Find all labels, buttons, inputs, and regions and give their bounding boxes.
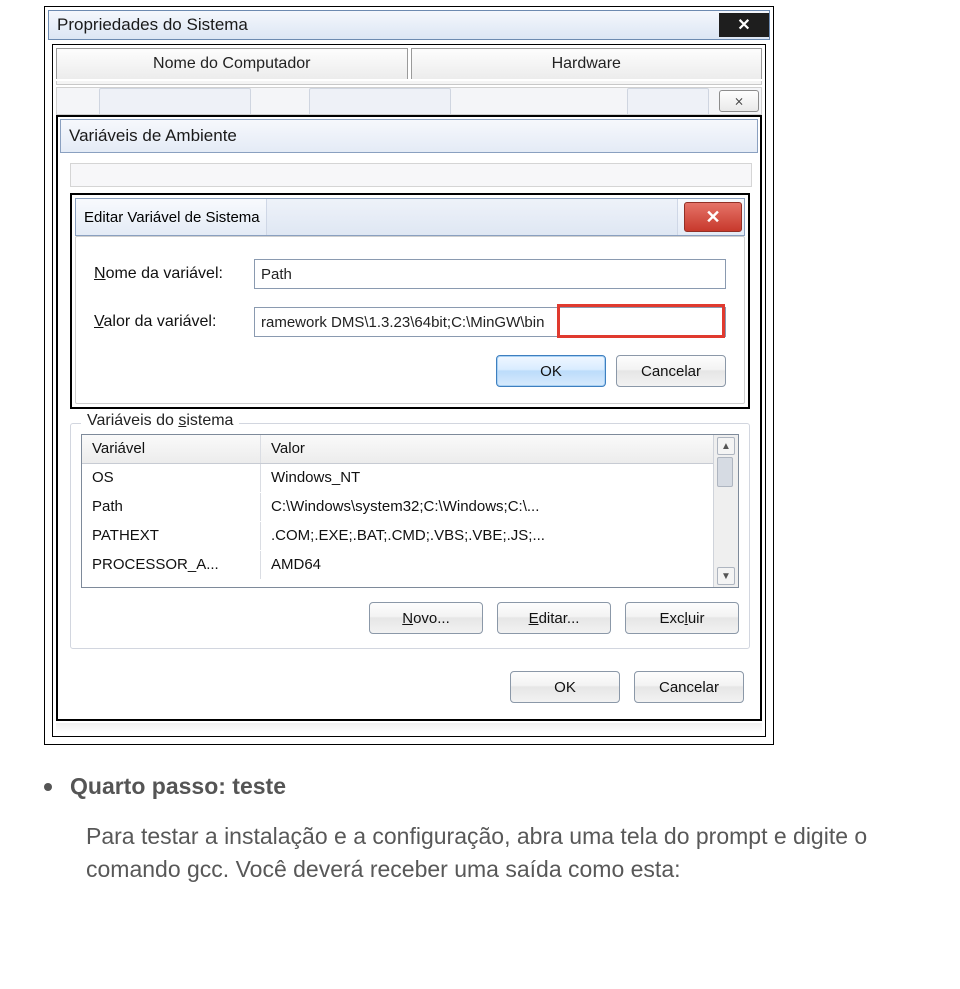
new-button[interactable]: Novo... bbox=[369, 602, 483, 634]
ok-button[interactable]: OK bbox=[496, 355, 606, 387]
ok-button[interactable]: OK bbox=[510, 671, 620, 703]
blurred-tab-row: ⨯ bbox=[56, 87, 762, 115]
titlebar-system-properties[interactable]: Propriedades do Sistema ✕ bbox=[48, 10, 770, 40]
system-variables-list[interactable]: Variável Valor OS Windows_NT Path C:\Win… bbox=[81, 434, 739, 588]
close-icon: ⨯ bbox=[734, 94, 744, 108]
step-paragraph: Para testar a instalação e a configuraçã… bbox=[86, 820, 920, 887]
edit-button[interactable]: Editar... bbox=[497, 602, 611, 634]
list-header[interactable]: Variável Valor bbox=[82, 435, 713, 464]
cancel-button[interactable]: Cancelar bbox=[634, 671, 744, 703]
tab-hardware[interactable]: Hardware bbox=[411, 48, 763, 79]
delete-button[interactable]: Excluir bbox=[625, 602, 739, 634]
cancel-button[interactable]: Cancelar bbox=[616, 355, 726, 387]
system-variables-label: Variáveis do sistema bbox=[81, 412, 239, 430]
edit-variable-dialog: Editar Variável de Sistema ✕ Nome da var… bbox=[70, 193, 750, 409]
titlebar-edit-variable[interactable]: Editar Variável de Sistema ✕ bbox=[75, 198, 745, 236]
list-item[interactable]: PATHEXT .COM;.EXE;.BAT;.CMD;.VBS;.VBE;.J… bbox=[82, 522, 713, 551]
scroll-up-icon[interactable]: ▲ bbox=[717, 437, 735, 455]
system-variables-group: Variáveis do sistema Variável Valor OS W… bbox=[70, 423, 750, 649]
env-variables-dialog: Variáveis de Ambiente Editar Variável de… bbox=[56, 115, 762, 721]
close-button[interactable]: ✕ bbox=[684, 202, 742, 232]
env-variables-title: Variáveis de Ambiente bbox=[69, 126, 237, 146]
bullet-icon bbox=[44, 783, 52, 791]
secondary-close-button[interactable]: ⨯ bbox=[719, 90, 759, 112]
close-button[interactable]: ✕ bbox=[719, 13, 769, 37]
highlight-annotation bbox=[557, 304, 725, 338]
edit-variable-title: Editar Variável de Sistema bbox=[84, 209, 260, 226]
scroll-thumb[interactable] bbox=[717, 457, 733, 487]
scrollbar[interactable]: ▲ ▼ bbox=[713, 435, 738, 587]
list-item[interactable]: OS Windows_NT bbox=[82, 464, 713, 493]
variable-name-input[interactable]: Path bbox=[254, 259, 726, 289]
list-item[interactable]: Path C:\Windows\system32;C:\Windows;C:\.… bbox=[82, 493, 713, 522]
user-variables-header-blurred bbox=[70, 163, 752, 187]
step-title: Quarto passo: teste bbox=[70, 773, 286, 800]
titlebar-env-variables[interactable]: Variáveis de Ambiente bbox=[60, 119, 758, 153]
close-icon: ✕ bbox=[737, 15, 750, 35]
system-properties-window: Propriedades do Sistema ✕ Nome do Comput… bbox=[44, 6, 774, 745]
close-icon: ✕ bbox=[705, 207, 720, 228]
step-heading-row: Quarto passo: teste bbox=[40, 773, 920, 800]
variable-name-label: Nome da variável: bbox=[94, 265, 254, 283]
variable-value-input[interactable]: ramework DMS\1.3.23\64bit;C:\MinGW\bin bbox=[254, 307, 726, 337]
scroll-down-icon[interactable]: ▼ bbox=[717, 567, 735, 585]
tab-computer-name[interactable]: Nome do Computador bbox=[56, 48, 408, 79]
col-variable-header: Variável bbox=[82, 435, 261, 463]
list-item[interactable]: PROCESSOR_A... AMD64 bbox=[82, 551, 713, 580]
tabs-frame: Nome do Computador Hardware ⨯ Variáveis … bbox=[52, 44, 766, 737]
col-value-header: Valor bbox=[261, 435, 713, 463]
window-title: Propriedades do Sistema bbox=[57, 15, 248, 35]
variable-value-label: Valor da variável: bbox=[94, 313, 254, 331]
